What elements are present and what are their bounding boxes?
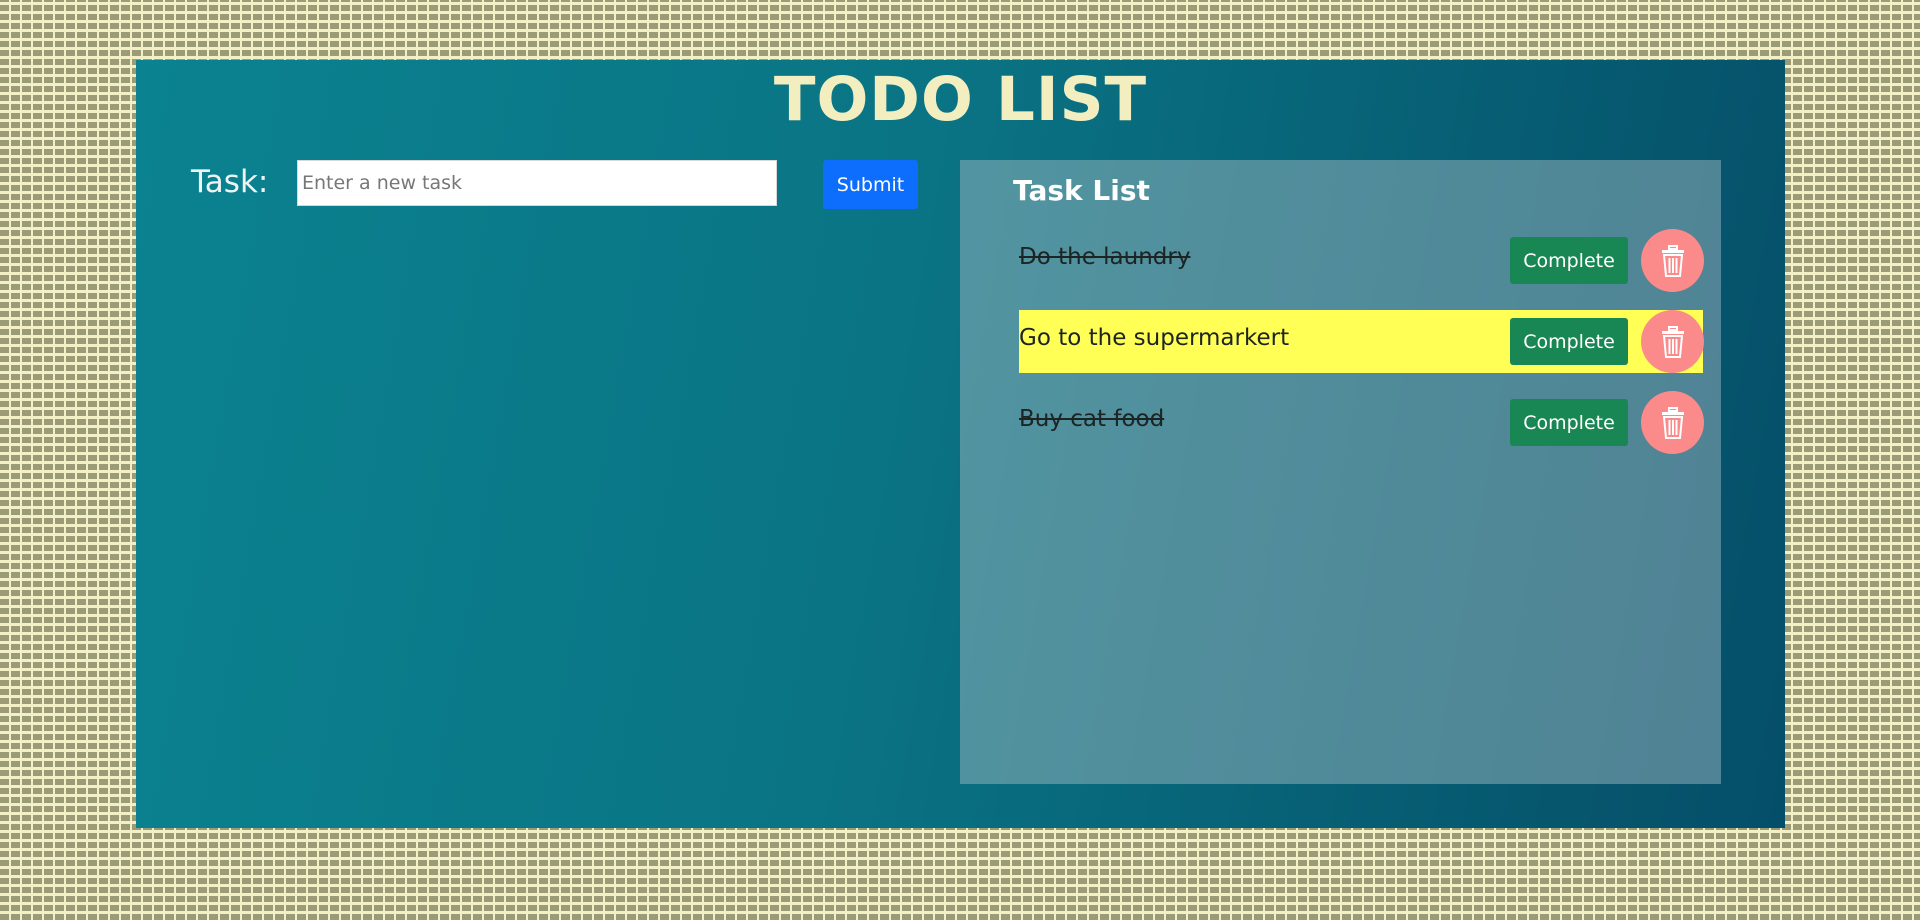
todo-app: TODO LIST Task: Submit Task List Do the … xyxy=(136,60,1785,828)
trash-icon xyxy=(1661,244,1684,277)
delete-button[interactable] xyxy=(1641,391,1704,454)
complete-button[interactable]: Complete xyxy=(1510,237,1628,284)
task-item-text: Buy cat food xyxy=(1019,406,1165,432)
task-list-panel: Task List Do the laundry Complete Go to … xyxy=(960,160,1721,784)
task-input[interactable] xyxy=(297,160,777,206)
submit-button[interactable]: Submit xyxy=(823,160,918,209)
task-item-text: Go to the supermarkert xyxy=(1019,325,1290,351)
trash-icon xyxy=(1661,406,1684,439)
trash-icon xyxy=(1661,325,1684,358)
app-title: TODO LIST xyxy=(773,64,1148,135)
delete-button[interactable] xyxy=(1641,310,1704,373)
task-item-text: Do the laundry xyxy=(1019,244,1191,270)
task-list-title: Task List xyxy=(1013,174,1150,207)
task-item: Buy cat food Complete xyxy=(1019,391,1704,454)
complete-button[interactable]: Complete xyxy=(1510,399,1628,446)
task-item: Do the laundry Complete xyxy=(1019,229,1704,292)
complete-button[interactable]: Complete xyxy=(1510,318,1628,365)
task-item: Go to the supermarkert Complete xyxy=(1019,310,1704,373)
delete-button[interactable] xyxy=(1641,229,1704,292)
task-label: Task: xyxy=(191,164,269,200)
